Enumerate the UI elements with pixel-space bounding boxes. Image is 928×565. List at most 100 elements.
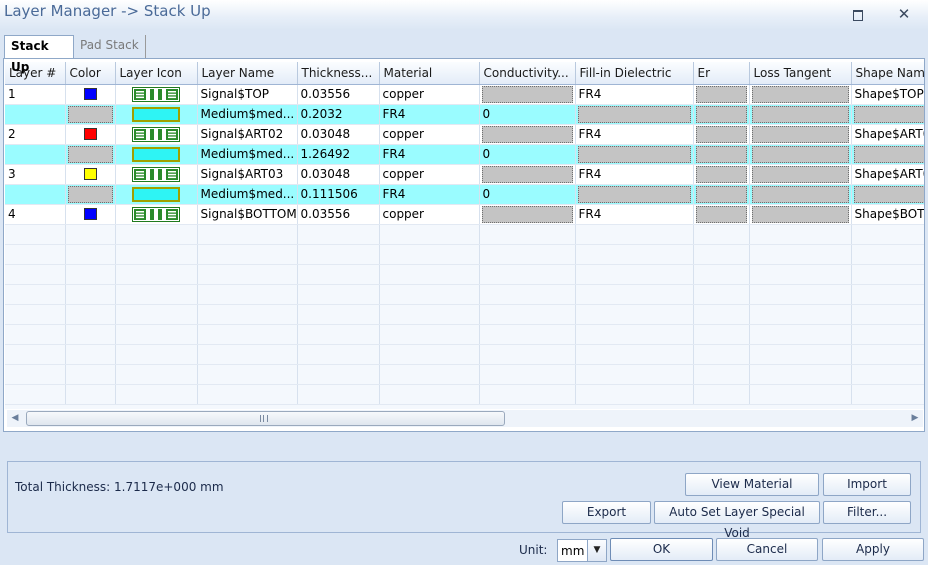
title-bar: Layer Manager -> Stack Up ✕ <box>0 0 928 30</box>
unit-select[interactable]: mm ▼ <box>557 539 607 562</box>
cell-fill-dielectric[interactable]: FR4 <box>575 164 694 185</box>
column-header[interactable]: Shape Nam <box>851 62 924 85</box>
cell-layer-name[interactable]: Signal$ART02 <box>197 124 298 145</box>
empty-cell <box>379 284 480 305</box>
cell-layer-name[interactable]: Signal$BOTTOM <box>197 204 298 225</box>
cell-fill-dielectric[interactable]: FR4 <box>575 204 694 225</box>
disabled-cell <box>67 145 113 163</box>
column-header[interactable]: Layer Icon <box>115 62 198 85</box>
header-row: Layer # Color Layer Icon Layer Name Thicknes… <box>5 62 924 85</box>
export-button[interactable]: Export <box>562 501 651 524</box>
empty-cell <box>693 244 750 265</box>
empty-cell <box>197 244 298 265</box>
color-swatch[interactable] <box>83 128 97 140</box>
cell-color <box>65 184 116 205</box>
cell-thickness[interactable]: 0.2032 <box>297 104 380 125</box>
cell-shape-name[interactable]: Shape$TOP <box>851 84 924 105</box>
cell-thickness[interactable]: 0.03556 <box>297 204 380 225</box>
column-header[interactable]: Color <box>65 62 116 85</box>
table-row[interactable]: 4 Signal$BOTTOM 0.03556 copper FR4 Shape$BOTT <box>5 204 924 225</box>
ok-button[interactable]: OK <box>610 538 713 561</box>
cancel-button[interactable]: Cancel <box>716 538 818 561</box>
color-swatch[interactable] <box>83 88 97 100</box>
cell-thickness[interactable]: 0.03048 <box>297 164 380 185</box>
table-row[interactable]: Medium$med... 0.111506 FR4 0 <box>5 184 924 205</box>
maximize-icon[interactable] <box>849 6 865 22</box>
cell-color[interactable] <box>65 124 116 145</box>
cell-conductivity[interactable]: 0 <box>479 104 576 125</box>
empty-cell <box>693 304 750 325</box>
view-material-button[interactable]: View Material <box>685 473 819 496</box>
arrow-right-icon[interactable]: ▶ <box>909 412 921 425</box>
cell-fill-dielectric[interactable]: FR4 <box>575 84 694 105</box>
cell-material[interactable]: copper <box>379 204 480 225</box>
empty-cell <box>479 224 576 245</box>
cell-layer-name[interactable]: Medium$med... <box>197 104 298 125</box>
empty-cell <box>115 344 198 365</box>
unit-label: Unit: <box>519 543 548 557</box>
column-header[interactable]: Thickness... <box>297 62 380 85</box>
table-row[interactable]: Medium$med... 0.2032 FR4 0 <box>5 104 924 125</box>
cell-material[interactable]: FR4 <box>379 104 480 125</box>
cell-conductivity <box>479 84 576 105</box>
arrow-left-icon[interactable]: ◀ <box>9 412 21 425</box>
table-row[interactable]: Medium$med... 1.26492 FR4 0 <box>5 144 924 165</box>
empty-cell <box>851 284 924 305</box>
cell-layer-name[interactable]: Signal$TOP <box>197 84 298 105</box>
cell-material[interactable]: copper <box>379 124 480 145</box>
empty-cell <box>197 384 298 405</box>
scrollbar-thumb[interactable] <box>26 411 505 426</box>
cell-shape-name <box>851 144 924 165</box>
cell-layer-number: 1 <box>5 84 66 105</box>
cell-shape-name[interactable]: Shape$BOTT <box>851 204 924 225</box>
auto-set-layer-special-void-button[interactable]: Auto Set Layer Special Void <box>654 501 820 540</box>
close-icon[interactable]: ✕ <box>896 6 912 22</box>
cell-layer-icon <box>115 124 198 145</box>
column-header[interactable]: Loss Tangent <box>749 62 852 85</box>
empty-cell <box>297 304 380 325</box>
disabled-cell <box>577 105 691 123</box>
chevron-down-icon[interactable]: ▼ <box>587 540 606 561</box>
horizontal-scrollbar[interactable]: ◀ ▶ <box>7 410 923 427</box>
empty-cell <box>297 384 380 405</box>
cell-color[interactable] <box>65 84 116 105</box>
column-header[interactable]: Er <box>693 62 750 85</box>
filter-button[interactable]: Filter... <box>823 501 911 524</box>
cell-conductivity[interactable]: 0 <box>479 144 576 165</box>
apply-button[interactable]: Apply <box>822 538 924 561</box>
column-header[interactable]: Fill-in Dielectric <box>575 62 694 85</box>
table-row[interactable]: 1 Signal$TOP 0.03556 copper FR4 Shape$TOP <box>5 84 924 105</box>
cell-fill-dielectric[interactable]: FR4 <box>575 124 694 145</box>
cell-material[interactable]: FR4 <box>379 144 480 165</box>
cell-color[interactable] <box>65 204 116 225</box>
cell-thickness[interactable]: 0.03556 <box>297 84 380 105</box>
empty-cell <box>749 264 852 285</box>
cell-color[interactable] <box>65 164 116 185</box>
import-button[interactable]: Import <box>823 473 911 496</box>
tab-pad-stack[interactable]: Pad Stack <box>74 35 146 58</box>
cell-shape-name[interactable]: Shape$ART0 <box>851 124 924 145</box>
table-row[interactable]: 2 Signal$ART02 0.03048 copper FR4 Shape$ART0 <box>5 124 924 145</box>
cell-thickness[interactable]: 1.26492 <box>297 144 380 165</box>
empty-cell <box>479 364 576 385</box>
empty-row <box>5 344 924 365</box>
cell-thickness[interactable]: 0.03048 <box>297 124 380 145</box>
column-header[interactable]: Layer Name <box>197 62 298 85</box>
cell-material[interactable]: copper <box>379 84 480 105</box>
column-header[interactable]: Material <box>379 62 480 85</box>
cell-conductivity[interactable]: 0 <box>479 184 576 205</box>
cell-material[interactable]: FR4 <box>379 184 480 205</box>
empty-cell <box>65 264 116 285</box>
disabled-cell <box>695 145 747 163</box>
cell-material[interactable]: copper <box>379 164 480 185</box>
cell-layer-name[interactable]: Medium$med... <box>197 184 298 205</box>
cell-thickness[interactable]: 0.111506 <box>297 184 380 205</box>
column-header[interactable]: Conductivity... <box>479 62 576 85</box>
cell-shape-name[interactable]: Shape$ART0 <box>851 164 924 185</box>
table-row[interactable]: 3 Signal$ART03 0.03048 copper FR4 Shape$ART0 <box>5 164 924 185</box>
color-swatch[interactable] <box>83 168 97 180</box>
cell-layer-name[interactable]: Medium$med... <box>197 144 298 165</box>
cell-layer-name[interactable]: Signal$ART03 <box>197 164 298 185</box>
tab-stack-up[interactable]: Stack Up <box>4 35 74 74</box>
color-swatch[interactable] <box>83 208 97 220</box>
